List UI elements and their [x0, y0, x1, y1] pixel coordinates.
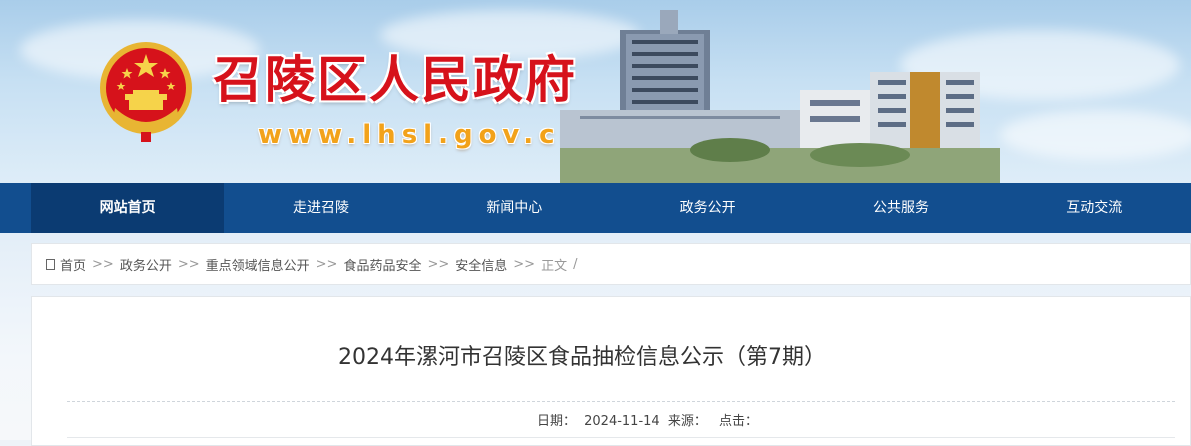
breadcrumb-food-drug-safety[interactable]: 食品药品安全	[343, 255, 421, 274]
breadcrumb-separator: >>	[315, 256, 338, 272]
breadcrumb-separator: >>	[177, 256, 200, 272]
date-label: 日期：	[536, 414, 576, 429]
breadcrumb-trailing-slash: /	[573, 256, 578, 272]
site-banner: 召陵区人民政府 www.lhsl.gov.cn	[0, 0, 1191, 183]
breadcrumb-safety-info[interactable]: 安全信息	[455, 255, 507, 274]
nav-item-interaction[interactable]: 互动交流	[998, 183, 1191, 233]
clicks-label: 点击：	[719, 414, 759, 429]
breadcrumb-current: 正文	[541, 258, 568, 274]
article-meta: 日期： 2024-11-14 来源： 点击：	[32, 410, 1191, 429]
nav-item-public-service[interactable]: 公共服务	[804, 183, 997, 233]
article-title: 2024年漯河市召陵区食品抽检信息公示（第7期）	[338, 345, 826, 370]
breadcrumb-separator: >>	[92, 256, 114, 272]
breadcrumb-separator: >>	[513, 256, 536, 272]
nav-item-news[interactable]: 新闻中心	[418, 183, 611, 233]
meta-divider	[67, 437, 1175, 438]
national-emblem-icon[interactable]	[97, 38, 195, 144]
nav-item-about[interactable]: 走进召陵	[224, 183, 417, 233]
breadcrumb: 首页 >> 政务公开 >> 重点领域信息公开 >> 食品药品安全 >> 安全信息…	[31, 243, 1191, 285]
nav-item-home[interactable]: 网站首页	[31, 183, 225, 233]
main-nav: 网站首页 走进召陵 新闻中心 政务公开 公共服务 互动交流	[0, 183, 1191, 233]
breadcrumb-gov-affairs[interactable]: 政务公开	[120, 255, 172, 274]
date-value: 2024-11-14	[584, 414, 660, 429]
site-url[interactable]: www.lhsl.gov.cn	[258, 118, 585, 152]
government-building-illustration	[560, 10, 1000, 183]
title-divider	[67, 401, 1175, 402]
home-icon	[46, 258, 55, 270]
site-title[interactable]: 召陵区人民政府	[213, 50, 577, 110]
cloud-decoration	[1000, 110, 1191, 160]
breadcrumb-home[interactable]: 首页	[60, 255, 86, 274]
source-label: 来源：	[667, 414, 707, 429]
breadcrumb-separator: >>	[427, 256, 450, 272]
breadcrumb-key-areas[interactable]: 重点领域信息公开	[206, 255, 310, 274]
article-panel: 2024年漯河市召陵区食品抽检信息公示（第7期） 日期： 2024-11-14 …	[31, 296, 1191, 446]
nav-item-gov-affairs[interactable]: 政务公开	[611, 183, 804, 233]
